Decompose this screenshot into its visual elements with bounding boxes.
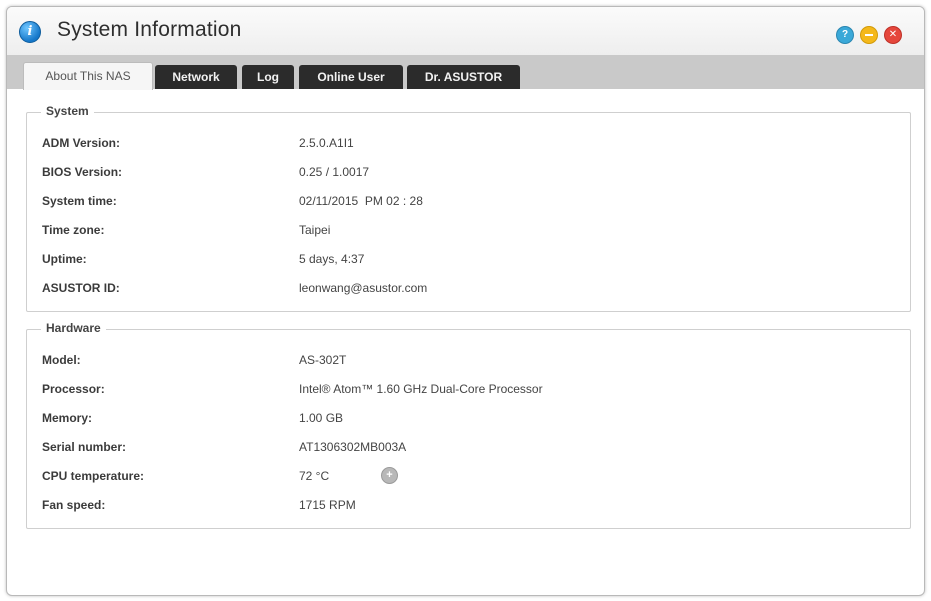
processor-row: Processor: Intel® Atom™ 1.60 GHz Dual-Co… xyxy=(27,382,910,402)
serial-number-row: Serial number: AT1306302MB003A xyxy=(27,440,910,460)
system-time-label: System time: xyxy=(42,194,117,208)
tab-bar: About This NAS Network Log Online User D… xyxy=(7,55,924,90)
time-zone-value: Taipei xyxy=(299,223,331,237)
processor-label: Processor: xyxy=(42,382,105,396)
model-row: Model: AS-302T xyxy=(27,353,910,373)
fan-speed-value: 1715 RPM xyxy=(299,498,356,512)
adm-version-row: ADM Version: 2.5.0.A1I1 xyxy=(27,136,910,156)
uptime-row: Uptime: 5 days, 4:37 xyxy=(27,252,910,272)
hardware-section-title: Hardware xyxy=(41,321,106,335)
asustor-id-label: ASUSTOR ID: xyxy=(42,281,120,295)
serial-number-value: AT1306302MB003A xyxy=(299,440,407,454)
tab-network[interactable]: Network xyxy=(155,65,237,89)
info-app-icon: i xyxy=(19,21,41,43)
fan-speed-row: Fan speed: 1715 RPM xyxy=(27,498,910,518)
model-label: Model: xyxy=(42,353,81,367)
model-value: AS-302T xyxy=(299,353,347,367)
system-information-window: i System Information ? ✕ About This NAS … xyxy=(6,6,925,596)
hardware-section: Hardware Model: AS-302T Processor: Intel… xyxy=(26,321,911,529)
uptime-label: Uptime: xyxy=(42,252,87,266)
time-zone-row: Time zone: Taipei xyxy=(27,223,910,243)
tab-online-user[interactable]: Online User xyxy=(299,65,403,89)
tab-dr-asustor[interactable]: Dr. ASUSTOR xyxy=(407,65,520,89)
bios-version-row: BIOS Version: 0.25 / 1.0017 xyxy=(27,165,910,185)
cpu-temperature-value: 72 °C xyxy=(299,469,330,483)
time-zone-label: Time zone: xyxy=(42,223,105,237)
tab-log[interactable]: Log xyxy=(242,65,294,89)
minimize-icon[interactable] xyxy=(860,26,878,44)
cpu-temperature-row: CPU temperature: 72 °C + xyxy=(27,467,910,489)
window-title: System Information xyxy=(57,18,242,41)
system-time-row: System time: 02/11/2015 PM 02 : 28 xyxy=(27,194,910,214)
memory-label: Memory: xyxy=(42,411,93,425)
cpu-temperature-label: CPU temperature: xyxy=(42,469,145,483)
title-bar[interactable]: i System Information ? ✕ xyxy=(7,7,924,55)
asustor-id-row: ASUSTOR ID: leonwang@asustor.com xyxy=(27,281,910,301)
adm-version-label: ADM Version: xyxy=(42,136,121,150)
adm-version-value: 2.5.0.A1I1 xyxy=(299,136,354,150)
serial-number-label: Serial number: xyxy=(42,440,127,454)
asustor-id-value: leonwang@asustor.com xyxy=(299,281,428,295)
system-section-title: System xyxy=(41,104,94,118)
system-section: System ADM Version: 2.5.0.A1I1 BIOS Vers… xyxy=(26,104,911,312)
system-time-value: 02/11/2015 PM 02 : 28 xyxy=(299,194,423,208)
plus-circle-icon[interactable]: + xyxy=(381,467,398,484)
help-icon[interactable]: ? xyxy=(836,26,854,44)
bios-version-value: 0.25 / 1.0017 xyxy=(299,165,370,179)
tab-about-this-nas[interactable]: About This NAS xyxy=(23,62,153,90)
close-icon[interactable]: ✕ xyxy=(884,26,902,44)
processor-value: Intel® Atom™ 1.60 GHz Dual-Core Processo… xyxy=(299,382,543,396)
uptime-value: 5 days, 4:37 xyxy=(299,252,365,266)
fan-speed-label: Fan speed: xyxy=(42,498,106,512)
bios-version-label: BIOS Version: xyxy=(42,165,123,179)
memory-row: Memory: 1.00 GB xyxy=(27,411,910,431)
memory-value: 1.00 GB xyxy=(299,411,344,425)
